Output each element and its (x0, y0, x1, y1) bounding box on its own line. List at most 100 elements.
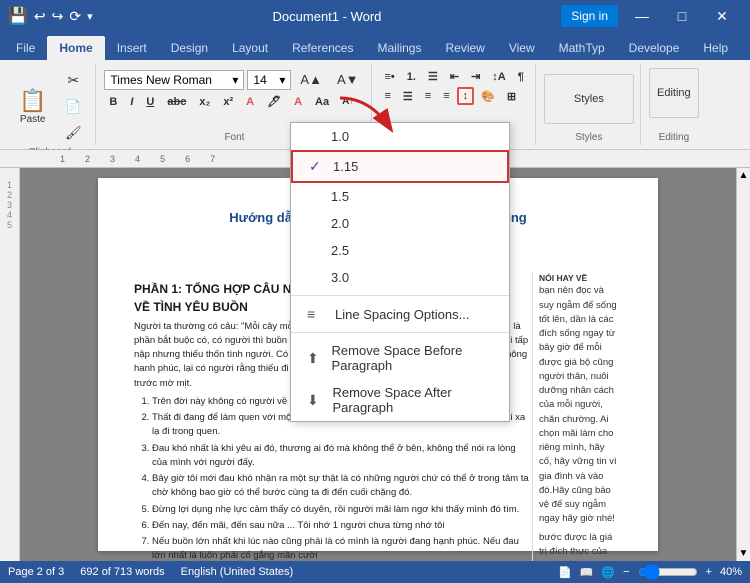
shading-button[interactable]: 🎨 (476, 87, 500, 105)
multilevel-button[interactable]: ☰ (423, 68, 443, 85)
tab-view[interactable]: View (497, 36, 547, 60)
dropdown-divider-2 (291, 332, 509, 333)
align-right-button[interactable]: ≡ (420, 87, 436, 105)
tab-help[interactable]: Help (691, 36, 740, 60)
justify-button[interactable]: ≡ (438, 87, 454, 105)
tab-tellme[interactable]: 💡 Tell me (740, 22, 750, 60)
tab-insert[interactable]: Insert (105, 36, 159, 60)
cut-button[interactable]: ✂ (57, 68, 89, 93)
tab-layout[interactable]: Layout (220, 36, 280, 60)
indent-inc-button[interactable]: ⇥ (466, 68, 485, 85)
font-label: Font (224, 130, 244, 143)
line-spacing-options-label: Line Spacing Options... (335, 307, 469, 322)
font-name-row: Times New Roman ▾ 14 ▾ A▲ A▼ (104, 68, 364, 91)
document-title: Document1 - Word (273, 9, 382, 24)
editing-button[interactable]: Editing (649, 68, 699, 118)
spacing-2-0[interactable]: 2.0 (291, 210, 509, 237)
redo-btn[interactable]: ↪ (52, 8, 64, 25)
doc-right-col: NÓI HAY VỀ bạn nên đọc và suy ngẫm để số… (532, 272, 622, 562)
title-bar-left: 💾 ↩ ↪ ⟳ ▾ (8, 6, 93, 26)
spacing-options-icon: ≡ (307, 306, 327, 322)
tab-mailings[interactable]: Mailings (365, 36, 433, 60)
title-bar: 💾 ↩ ↪ ⟳ ▾ Document1 - Word Sign in — □ ✕ (0, 0, 750, 32)
format-painter-button[interactable]: 🖌 (57, 121, 89, 145)
sort-button[interactable]: ↕A (487, 68, 510, 85)
italic-button[interactable]: I (125, 94, 138, 110)
remove-space-after[interactable]: ⬇ Remove Space After Paragraph (291, 379, 509, 421)
spacing-1-5[interactable]: 1.5 (291, 183, 509, 210)
view-read-icon[interactable]: 📖 (580, 566, 594, 579)
minimize-button[interactable]: — (622, 0, 662, 32)
spacing-2-0-label: 2.0 (331, 216, 349, 231)
text-effects-button[interactable]: A (241, 94, 259, 110)
scroll-right[interactable]: ▲ ▼ (736, 168, 750, 561)
bold-button[interactable]: B (104, 94, 122, 110)
tab-references[interactable]: References (280, 36, 365, 60)
check-1-15-icon: ✓ (309, 158, 325, 175)
font-name-selector[interactable]: Times New Roman ▾ (104, 70, 244, 90)
zoom-in-btn[interactable]: + (706, 566, 712, 578)
view-print-icon[interactable]: 📄 (558, 566, 572, 579)
refresh-btn[interactable]: ⟳ (69, 8, 81, 25)
sign-in-button[interactable]: Sign in (561, 5, 618, 27)
styles-label: Styles (575, 130, 602, 143)
font-color-button[interactable]: A (289, 94, 307, 110)
styles-button[interactable]: Styles (544, 74, 634, 124)
customize-btn[interactable]: ▾ (87, 10, 93, 23)
strikethrough-button[interactable]: abc (162, 94, 191, 110)
remove-space-before-label: Remove Space Before Paragraph (332, 343, 493, 373)
spacing-1-0[interactable]: 1.0 (291, 123, 509, 150)
zoom-out-btn[interactable]: − (623, 566, 629, 578)
superscript-button[interactable]: x² (218, 94, 238, 110)
close-button[interactable]: ✕ (702, 0, 742, 32)
tab-mathtype[interactable]: MathTyp (547, 36, 617, 60)
font-size-inc2-button[interactable]: A↑ (337, 94, 359, 109)
underline-button[interactable]: U (141, 94, 159, 110)
increase-font-button[interactable]: A▲ (294, 68, 328, 91)
styles-group: Styles Styles (538, 64, 641, 145)
paste-button[interactable]: 📋 Paste (10, 83, 55, 130)
zoom-slider[interactable] (638, 564, 698, 580)
editing-content: Editing (649, 64, 699, 130)
spacing-1-15[interactable]: ✓ 1.15 (291, 150, 509, 183)
right-col-text2: bước được là giá trị đích thực của cuộc … (539, 531, 618, 562)
view-web-icon[interactable]: 🌐 (601, 566, 615, 579)
highlight-button[interactable]: 🖊 (262, 93, 286, 110)
tab-design[interactable]: Design (159, 36, 220, 60)
border-button[interactable]: ⊞ (502, 87, 521, 105)
clear-format-button[interactable]: Aa (310, 94, 334, 110)
scroll-down[interactable]: ▼ (737, 546, 750, 561)
spacing-1-5-label: 1.5 (331, 189, 349, 204)
align-left-button[interactable]: ≡ (380, 87, 396, 105)
remove-space-before[interactable]: ⬆ Remove Space Before Paragraph (291, 337, 509, 379)
decrease-font-button[interactable]: A▼ (331, 68, 365, 91)
ribbon-tabs: File Home Insert Design Layout Reference… (0, 32, 750, 60)
subscript-button[interactable]: x₂ (194, 94, 215, 110)
numbering-button[interactable]: 1. (402, 68, 421, 85)
scroll-up[interactable]: ▲ (737, 168, 750, 183)
maximize-button[interactable]: □ (662, 0, 702, 32)
spacing-2-5[interactable]: 2.5 (291, 237, 509, 264)
tab-review[interactable]: Review (433, 36, 496, 60)
word-count: 692 of 713 words (80, 566, 164, 578)
bullets-button[interactable]: ≡• (380, 68, 400, 85)
tab-developer[interactable]: Develope (617, 36, 692, 60)
indent-dec-button[interactable]: ⇤ (445, 68, 464, 85)
spacing-3-0[interactable]: 3.0 (291, 264, 509, 291)
line-spacing-button[interactable]: ↕ (457, 87, 475, 105)
font-size-value: 14 (253, 73, 266, 87)
font-size-arrow: ▾ (279, 73, 285, 87)
line-spacing-options[interactable]: ≡ Line Spacing Options... (291, 300, 509, 328)
font-area: Times New Roman ▾ 14 ▾ A▲ A▼ B I U abc x… (104, 64, 364, 110)
paragraph-row2: ≡ ☰ ≡ ≡ ↕ 🎨 ⊞ (380, 87, 522, 105)
tab-home[interactable]: Home (47, 36, 104, 60)
align-center-button[interactable]: ☰ (398, 87, 418, 105)
language: English (United States) (181, 566, 294, 578)
editing-label: Editing (659, 130, 690, 143)
font-size-selector[interactable]: 14 ▾ (247, 70, 291, 90)
spacing-1-15-label: 1.15 (333, 159, 358, 174)
copy-button[interactable]: 📄 (57, 95, 89, 119)
undo-btn[interactable]: ↩ (34, 8, 46, 25)
tab-file[interactable]: File (4, 36, 47, 60)
show-para-button[interactable]: ¶ (513, 68, 529, 85)
